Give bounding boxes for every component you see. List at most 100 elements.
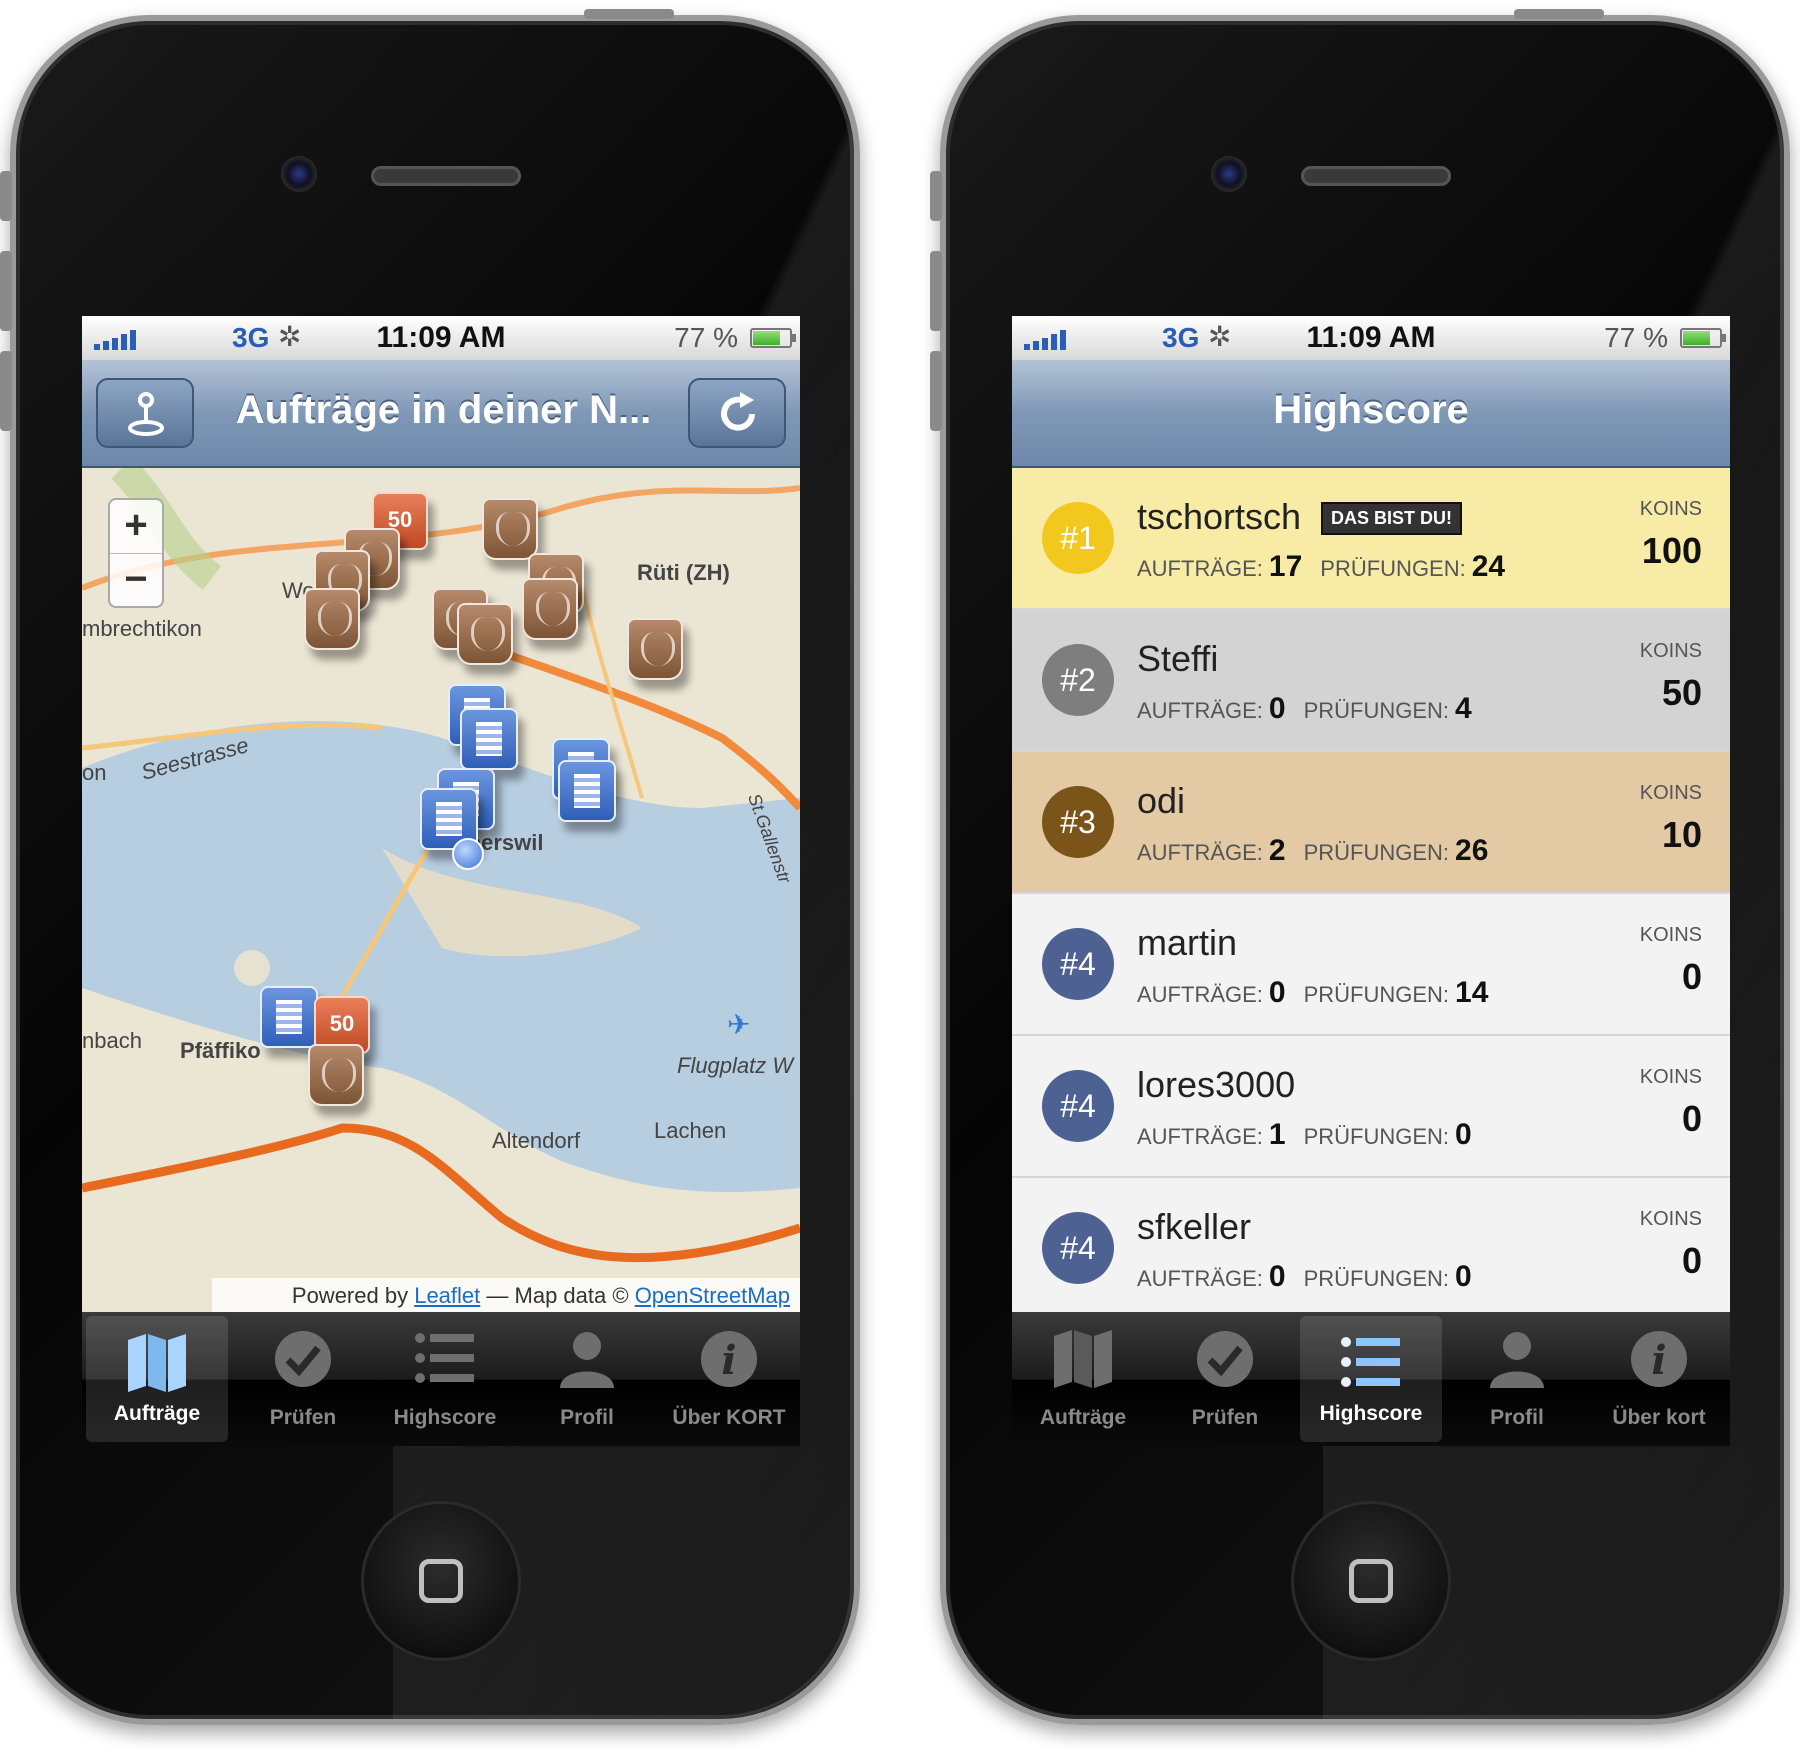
mute-switch [930, 171, 942, 221]
user-stats: AUFTRÄGE: 0 PRÜFUNGEN: 0 [1137, 1260, 1472, 1293]
auftraege-count: 17 [1268, 550, 1303, 583]
task-marker[interactable] [522, 578, 578, 640]
koins-value: 10 [1661, 814, 1702, 855]
battery-icon [750, 328, 796, 348]
svg-text:i: i [721, 1337, 736, 1384]
tab-bar: Aufträge Prüfen Highscore Profil i Über … [82, 1312, 800, 1446]
home-button[interactable] [1291, 1501, 1451, 1661]
task-marker[interactable] [482, 498, 538, 560]
auftraege-count: 0 [1268, 692, 1286, 725]
phone-right: 3G ✲ 11:09 AM 77 % Highscore #1 tschortsc… [930, 9, 1790, 1725]
user-name: sfkeller [1137, 1206, 1252, 1247]
front-camera [281, 156, 317, 192]
battery-percent: 77 % [1604, 322, 1668, 353]
koins-value: 50 [1661, 672, 1702, 713]
map-attribution: Powered by Leaflet — Map data © OpenStre… [212, 1278, 800, 1314]
map-label: Lachen [654, 1118, 727, 1143]
user-name: lores3000 [1137, 1064, 1296, 1105]
highscore-row[interactable]: #4 sfkeller AUFTRÄGE: 0 PRÜFUNGEN: 0 KOINS 0 [1012, 1178, 1730, 1314]
koins-value: 0 [1681, 1240, 1702, 1281]
tab-pruefen[interactable]: Prüfen [232, 1312, 374, 1446]
locate-button[interactable] [96, 378, 194, 448]
koins-value: 0 [1681, 956, 1702, 997]
tab-highscore[interactable]: Highscore [374, 1312, 516, 1446]
koins-label: KOINS [1639, 782, 1702, 804]
tab-auftraege[interactable]: Aufträge [1012, 1312, 1154, 1446]
highscore-row[interactable]: #4 lores3000 AUFTRÄGE: 1 PRÜFUNGEN: 0 KOINS 0 [1012, 1036, 1730, 1178]
openstreetmap-link[interactable]: OpenStreetMap [635, 1283, 790, 1308]
mute-switch [0, 171, 12, 221]
earpiece-speaker [1301, 166, 1451, 186]
auftraege-count: 1 [1268, 1118, 1286, 1151]
info-icon: i [701, 1331, 757, 1387]
tab-ueber-kort[interactable]: i Über KORT [658, 1312, 800, 1446]
map-icon [128, 1334, 186, 1392]
highscore-row[interactable]: #1 tschortsch DAS BIST DU! AUFTRÄGE: 17 PRÜFU… [1012, 468, 1730, 610]
map-icon [1054, 1330, 1112, 1388]
task-marker[interactable] [627, 618, 683, 680]
rank-badge: #2 [1042, 644, 1114, 716]
tab-pruefen[interactable]: Prüfen [1154, 1312, 1296, 1446]
pruefungen-count: 0 [1455, 1118, 1472, 1151]
airport-icon: ✈ [727, 1009, 751, 1040]
you-badge: DAS BIST DU! [1321, 502, 1462, 535]
tab-auftraege[interactable]: Aufträge [86, 1316, 228, 1442]
battery-icon [1680, 328, 1726, 348]
map-view[interactable]: + − Rüti (ZH) Wo mbrechtikon on Seestras… [82, 468, 800, 1314]
auftraege-count: 0 [1268, 976, 1286, 1009]
power-button [1514, 9, 1604, 19]
zoom-in-button[interactable]: + [110, 500, 162, 554]
rank-badge: #4 [1042, 1212, 1114, 1284]
koins-label: KOINS [1639, 1066, 1702, 1088]
refresh-button[interactable] [688, 378, 786, 448]
tab-ueber-kort[interactable]: i Über kort [1588, 1312, 1730, 1446]
info-icon: i [1631, 1331, 1687, 1387]
pruefungen-count: 0 [1455, 1260, 1472, 1293]
task-marker[interactable] [308, 1044, 364, 1106]
highscore-row[interactable]: #2 Steffi AUFTRÄGE: 0 PRÜFUNGEN: 4 KOINS 50 [1012, 610, 1730, 752]
pruefungen-count: 14 [1455, 976, 1489, 1009]
leaflet-link[interactable]: Leaflet [414, 1283, 480, 1308]
map-label: Altendorf [492, 1128, 581, 1153]
zoom-out-button[interactable]: − [110, 554, 162, 607]
user-name: odi [1137, 780, 1186, 821]
svg-text:i: i [1651, 1337, 1666, 1384]
map-label: Rüti (ZH) [637, 560, 730, 585]
koins-label: KOINS [1639, 1208, 1702, 1230]
check-icon [1197, 1331, 1253, 1387]
highscore-row[interactable]: #3 odi AUFTRÄGE: 2 PRÜFUNGEN: 26 KOINS 10 [1012, 752, 1730, 894]
volume-down-button [930, 351, 942, 431]
list-icon [1341, 1337, 1400, 1387]
user-stats: AUFTRÄGE: 17 PRÜFUNGEN: 24 [1137, 550, 1506, 583]
nav-bar: Aufträge in deiner N... [82, 360, 800, 468]
power-button [584, 9, 674, 19]
user-icon [1490, 1332, 1544, 1388]
highscore-list[interactable]: #1 tschortsch DAS BIST DU! AUFTRÄGE: 17 PRÜFU… [1012, 468, 1730, 1314]
rank-badge: #1 [1042, 502, 1114, 574]
tab-profil[interactable]: Profil [516, 1312, 658, 1446]
phone-left: 3G ✲ 11:09 AM 77 % Aufträge in deiner N.… [0, 9, 860, 1725]
list-icon [415, 1333, 474, 1383]
building-marker[interactable] [460, 708, 518, 770]
status-bar: 3G ✲ 11:09 AM 77 % [82, 316, 800, 360]
user-name: Steffi [1137, 638, 1219, 679]
building-marker[interactable] [260, 986, 318, 1048]
task-marker[interactable] [457, 603, 513, 665]
koins-label: KOINS [1639, 924, 1702, 946]
auftraege-count: 2 [1268, 834, 1286, 867]
tab-profil[interactable]: Profil [1446, 1312, 1588, 1446]
user-stats: AUFTRÄGE: 2 PRÜFUNGEN: 26 [1137, 834, 1489, 867]
task-marker[interactable] [304, 588, 360, 650]
user-stats: AUFTRÄGE: 0 PRÜFUNGEN: 14 [1137, 976, 1489, 1009]
home-button[interactable] [361, 1501, 521, 1661]
user-stats: AUFTRÄGE: 1 PRÜFUNGEN: 0 [1137, 1118, 1472, 1151]
screen-map: 3G ✲ 11:09 AM 77 % Aufträge in deiner N.… [82, 316, 800, 1446]
front-camera [1211, 156, 1247, 192]
page-title: Highscore [1273, 388, 1469, 432]
map-label: nbach [82, 1028, 142, 1053]
highscore-row[interactable]: #4 martin AUFTRÄGE: 0 PRÜFUNGEN: 14 KOINS 0 [1012, 894, 1730, 1036]
refresh-icon [721, 392, 755, 431]
map-label: on [82, 760, 107, 785]
tab-highscore[interactable]: Highscore [1300, 1316, 1442, 1442]
building-marker[interactable] [558, 760, 616, 822]
